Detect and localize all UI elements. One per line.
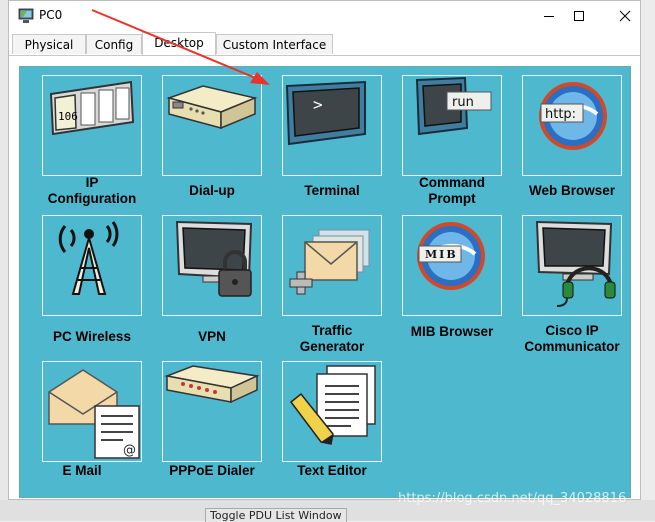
app-label-terminal: Terminal (304, 183, 360, 198)
modem-icon (166, 85, 258, 130)
app-label-text-editor: Text Editor (297, 463, 367, 478)
command-prompt-tile[interactable]: run (402, 75, 502, 176)
pppoe-dialer-tile[interactable] (162, 361, 262, 462)
app-label-command-prompt: Command Prompt (418, 175, 485, 206)
traffic-generator-tile[interactable] (282, 215, 382, 316)
web-browser-tile[interactable]: http: (522, 75, 622, 176)
ip-communicator-icon (535, 220, 616, 307)
terminal-prompt-text: > (313, 95, 323, 114)
window-title: PC0 (39, 8, 63, 22)
app-label-pc-wireless: PC Wireless (53, 329, 131, 344)
watermark: https://blog.csdn.net/qq_34028816 (398, 491, 627, 506)
app-label-web-browser: Web Browser (528, 183, 616, 198)
browser-http-text: http: (545, 107, 576, 122)
app-icon (18, 8, 34, 23)
app-label-vpn: VPN (198, 329, 226, 344)
pc-window: PC0 Physical Config Desktop Custom Inter… (8, 0, 641, 500)
web-browser-icon: http: (539, 82, 607, 150)
vpn-tile[interactable] (162, 215, 262, 316)
tab-physical[interactable]: Physical (12, 34, 86, 54)
maximize-button[interactable] (556, 1, 602, 31)
app-label-dial-up: Dial-up (189, 183, 235, 198)
close-button[interactable] (602, 1, 648, 31)
traffic-generator-icon (289, 229, 370, 295)
pc-wireless-tile[interactable] (42, 215, 142, 316)
ip-configuration-tile[interactable]: 106 (42, 75, 142, 176)
text-editor-icon (289, 365, 376, 445)
app-label-traffic-generator: Traffic Generator (299, 323, 365, 354)
maximize-icon (574, 11, 584, 21)
dial-up-tile[interactable] (162, 75, 262, 176)
mib-text: MIB (425, 248, 458, 261)
desktop-panel: 106 IP Configuration Dial-up > Terminal … (19, 66, 631, 498)
title-bar[interactable]: PC0 (9, 1, 640, 31)
command-prompt-icon: run (415, 76, 492, 136)
app-label-ip-configuration: IP Configuration (47, 175, 137, 206)
app-label-mib-browser: MIB Browser (410, 324, 494, 339)
ip-display-text: 106 (58, 110, 78, 123)
pdu-list-toggle[interactable]: Toggle PDU List Window (205, 508, 347, 522)
terminal-icon: > (285, 80, 366, 146)
mib-browser-icon: MIB (417, 222, 485, 290)
wireless-tower-icon (58, 221, 119, 295)
ip-config-icon: 106 (49, 80, 135, 136)
app-label-pppoe-dialer: PPPoE Dialer (169, 463, 255, 478)
close-icon (619, 10, 631, 22)
tab-custom-interface[interactable]: Custom Interface (216, 34, 333, 54)
tab-desktop[interactable]: Desktop (142, 32, 216, 55)
email-icon: @ (48, 369, 140, 459)
cisco-ip-communicator-tile[interactable] (522, 215, 622, 316)
text-editor-tile[interactable] (282, 361, 382, 462)
minimize-icon (544, 16, 554, 17)
background-right (641, 0, 655, 521)
app-label-email: E Mail (62, 463, 102, 478)
vpn-lock-icon (175, 220, 253, 297)
tab-bar: Physical Config Desktop Custom Interface (9, 31, 640, 56)
mib-browser-tile[interactable]: MIB (402, 215, 502, 316)
tab-config[interactable]: Config (86, 34, 142, 54)
command-run-text: run (452, 95, 474, 110)
pppoe-icon (164, 365, 260, 404)
email-at-text: @ (123, 443, 136, 458)
email-tile[interactable]: @ (42, 361, 142, 462)
desktop-content: 106 IP Configuration Dial-up > Terminal … (9, 56, 640, 499)
background-left (0, 0, 8, 521)
app-label-cisco-ip-communicator: Cisco IP Communicator (524, 323, 620, 354)
terminal-tile[interactable]: > (282, 75, 382, 176)
